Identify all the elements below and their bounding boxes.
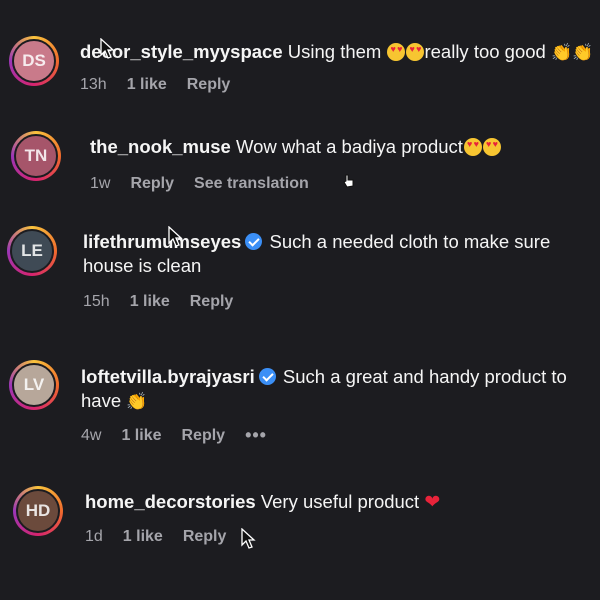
mouse-pointer-icon [100,38,115,59]
avatar-initials: TN [24,146,48,165]
reply-button[interactable]: Reply [183,528,227,546]
avatar: HD [16,489,60,533]
mouse-pointer-icon [168,226,183,247]
avatar-story-ring[interactable]: DS [9,36,59,86]
verified-badge-icon [245,233,263,250]
reply-button[interactable]: Reply [130,175,174,193]
username-link[interactable]: loftetvilla.byrajyasri [81,366,255,387]
avatar: LE [10,229,54,273]
verified-badge-icon [258,368,276,385]
comment-text-continued: really too good [424,41,546,62]
heart-eyes-emoji-icon [482,138,501,156]
red-heart-emoji-icon: ❤ [424,492,441,513]
comment-meta: 13h 1 like Reply [80,76,250,94]
avatar-initials: HD [25,501,51,520]
mouse-pointer-icon [241,528,256,549]
comment-text: Very useful product [260,491,420,512]
comment-text-block: loftetvilla.byrajyasri Such a great and … [81,365,594,414]
reply-button[interactable]: Reply [181,427,225,445]
avatar-initials: DS [22,51,46,70]
likes-count[interactable]: 1 like [130,293,170,311]
reply-button[interactable]: Reply [190,293,234,311]
avatar: TN [14,134,58,178]
avatar-story-ring[interactable]: HD [13,486,63,536]
see-translation-button[interactable]: See translation [194,175,309,193]
comment-text-block: lifethrumumseyes Such a needed cloth to … [83,230,594,278]
comment-meta: 15h 1 like Reply [83,293,253,311]
comment-meta: 4w 1 like Reply ••• [81,426,267,445]
avatar: DS [12,39,56,83]
comments-screen: { "comments": [ { "username": "decor_sty… [0,0,600,600]
avatar-initials: LE [21,241,43,260]
avatar-initials: LV [23,375,45,394]
hand-pointer-icon [343,174,354,188]
likes-count[interactable]: 1 like [127,76,167,94]
username-link[interactable]: lifethrumumseyes [83,231,241,252]
more-options-icon[interactable]: ••• [245,426,267,445]
comment-meta: 1w Reply See translation [90,175,329,193]
comment-text-block: the_nook_muse Wow what a badiya product [90,135,594,159]
heart-eyes-emoji-icon [463,138,482,156]
avatar-story-ring[interactable]: TN [11,131,61,181]
username-link[interactable]: home_decorstories [85,491,256,512]
comment-text: Wow what a badiya product [236,136,463,157]
reply-button[interactable]: Reply [187,76,231,94]
likes-count[interactable]: 1 like [123,528,163,546]
comment-text-block: decor_style_myyspace Using them really t… [80,40,594,65]
clapping-hands-emoji-icon: 👏 [126,392,148,411]
comment-text-block: home_decorstories Very useful product ❤ [85,490,594,515]
comment-text: Using them [287,41,382,62]
clapping-hands-emoji-icon: 👏👏 [550,43,594,62]
heart-eyes-emoji-icon [406,43,425,61]
avatar: LV [12,363,56,407]
timestamp: 4w [81,427,102,444]
timestamp: 1w [90,175,111,192]
username-link[interactable]: the_nook_muse [90,136,231,157]
avatar-story-ring[interactable]: LE [7,226,57,276]
likes-count[interactable]: 1 like [121,427,161,445]
avatar-story-ring[interactable]: LV [9,360,59,410]
timestamp: 13h [80,76,107,93]
heart-eyes-emoji-icon [387,43,406,61]
comment-meta: 1d 1 like Reply [85,528,246,546]
timestamp: 15h [83,293,110,310]
timestamp: 1d [85,528,103,545]
